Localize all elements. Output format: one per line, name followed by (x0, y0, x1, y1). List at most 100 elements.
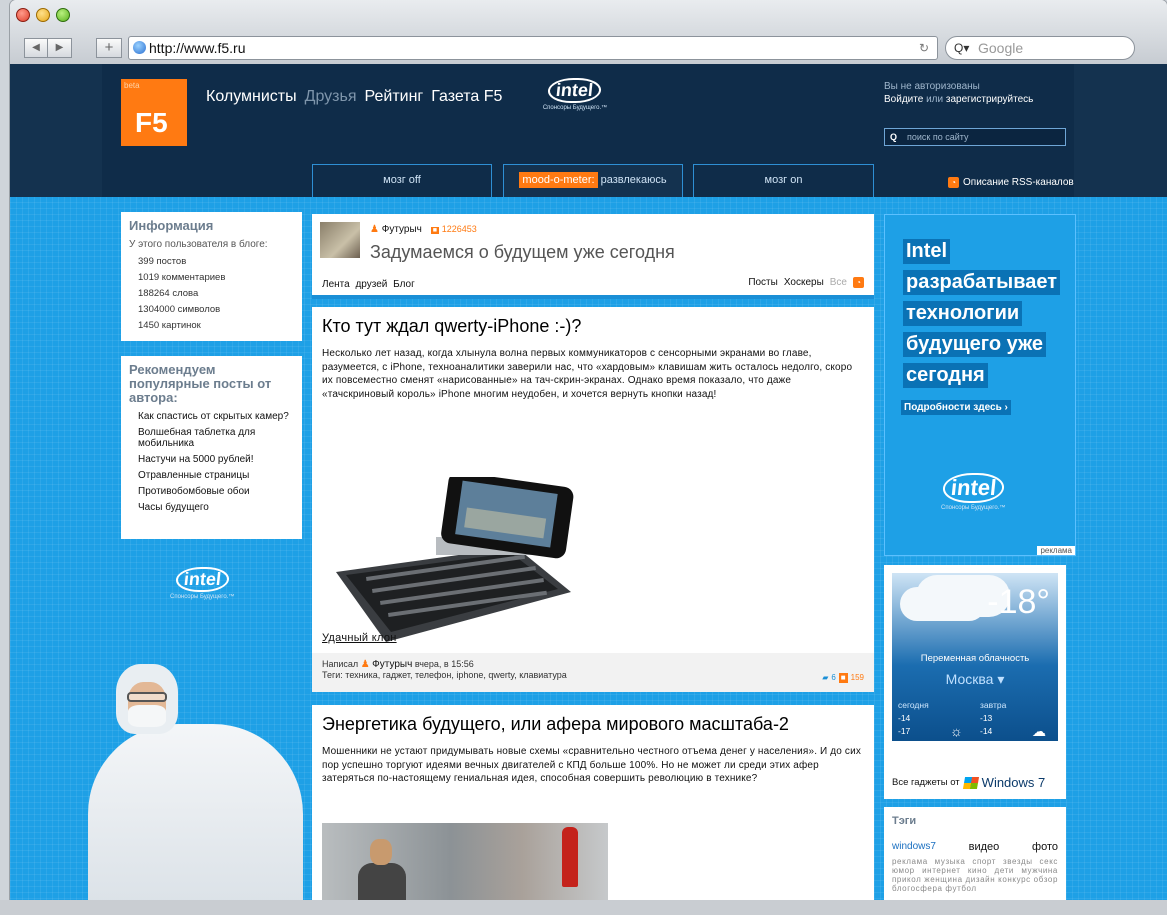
reload-icon[interactable]: ↻ (919, 37, 929, 59)
login-link[interactable]: Войдите (884, 94, 923, 105)
tags-top-row: windows7 видео фото (892, 841, 1058, 853)
browser-search-field[interactable]: Q▾ Google (945, 36, 1135, 60)
ad-label: реклама (1037, 546, 1075, 555)
ad-line: технологии (903, 301, 1023, 326)
nav-friends[interactable]: Друзья (305, 88, 357, 106)
close-icon[interactable] (16, 8, 30, 22)
iphone-keyboard-image[interactable] (326, 477, 616, 642)
recommended-link[interactable]: Как спастись от скрытых камер? (129, 411, 294, 422)
recommended-link[interactable]: Настучи на 5000 рублей! (129, 454, 294, 465)
f5-logo[interactable]: beta F5 (121, 79, 187, 146)
current-temperature: -18° (987, 583, 1050, 621)
blog-profile-card: ♟ Футурыч ■ 1226453 Задумаемся о будущем… (312, 214, 874, 299)
stat-posts: 399 постов (138, 256, 187, 267)
stat-words: 188264 слова (138, 288, 199, 299)
ad-line: будущего уже (903, 332, 1047, 357)
gadgets-link[interactable]: Все гаджеты от Windows 7 (892, 775, 1045, 790)
comment-icon[interactable]: ▰ (822, 673, 828, 683)
glasses-icon (127, 692, 167, 702)
tag-link[interactable]: видео (969, 841, 1000, 853)
register-link[interactable]: зарегистрируйтесь (946, 94, 1034, 105)
rank-value: 1226453 (441, 224, 477, 234)
fire-extinguisher (562, 827, 578, 887)
cleanroom-suit (88, 724, 303, 900)
rating-icon: ■ (838, 673, 848, 683)
tab-brain-off-label: мозг off (383, 174, 421, 186)
meta-author[interactable]: Футурыч (372, 659, 412, 670)
nav-newspaper[interactable]: Газета F5 (431, 88, 502, 106)
post-title[interactable]: Кто тут ждал qwerty-iPhone :-)? (322, 315, 864, 337)
beta-label: beta (124, 81, 140, 90)
post-stats: ▰ 6 ■ 159 (822, 673, 864, 683)
comment-count[interactable]: 6 (831, 673, 835, 683)
mood-badge: mood-o-meter: (519, 172, 598, 188)
recommended-link[interactable]: Волшебная таблетка для мобильника (129, 427, 294, 449)
intel-sponsor-logo[interactable]: intel Спонсоры Будущего.™ (540, 78, 610, 111)
tags-title: Тэги (892, 815, 917, 827)
tag-link[interactable]: фото (1032, 841, 1058, 853)
address-bar[interactable]: http://www.f5.ru ↻ (128, 36, 938, 60)
add-bookmark-button[interactable]: + (96, 38, 122, 58)
zoom-icon[interactable] (56, 8, 70, 22)
globe-icon (133, 41, 146, 54)
filter-hoskers[interactable]: Хоскеры (784, 277, 824, 288)
filter-posts[interactable]: Посты (748, 277, 778, 288)
rss-description-link[interactable]: ◔ Описание RSS-каналов (948, 177, 1074, 188)
recommended-link[interactable]: Отравленные страницы (129, 470, 294, 481)
filter-all[interactable]: Все (830, 277, 847, 288)
search-icon: Q (890, 132, 898, 142)
status-bar (0, 900, 1167, 915)
chevron-down-icon: ▾ (997, 671, 1005, 687)
avatar[interactable] (320, 222, 360, 258)
user-icon: ♟ (370, 224, 379, 235)
recommended-title: Рекомендуем популярные посты от автора: (129, 362, 272, 405)
history-buttons: ◀ ▶ (24, 38, 72, 58)
browser-window: ◀ ▶ + http://www.f5.ru ↻ Q▾ Google beta … (10, 0, 1167, 900)
forward-button[interactable]: ▶ (48, 38, 72, 58)
profile-filters: Посты Хоскеры Все ◔ (748, 277, 864, 288)
tomorrow-low: -14 (980, 726, 993, 736)
recommended-link[interactable]: Противобомбовые обои (129, 486, 294, 497)
meta-tags[interactable]: Теги: техника, гаджет, телефон, iphone, … (322, 670, 864, 680)
auth-status: Вы не авторизованы (884, 81, 980, 92)
back-button[interactable]: ◀ (24, 38, 48, 58)
tomorrow-label: завтра (980, 700, 1007, 710)
intel-side-logo[interactable]: intel Спонсоры Будущего.™ (170, 567, 234, 600)
link-blog[interactable]: Блог (393, 279, 415, 290)
tag-list[interactable]: реклама музыка спорт звезды секс юмор ин… (892, 857, 1058, 893)
tab-brain-on-label: мозг on (764, 174, 803, 186)
city-selector[interactable]: Москва ▾ (892, 671, 1058, 688)
search-icon: Q▾ (954, 41, 970, 55)
window-controls (16, 8, 70, 22)
rss-icon[interactable]: ◔ (853, 277, 864, 288)
ad-more-link[interactable]: Подробности здесь › (901, 400, 1011, 415)
site-search-placeholder: поиск по сайту (907, 132, 969, 142)
tab-brain-on[interactable]: мозг on (693, 164, 874, 197)
post-title[interactable]: Энергетика будущего, или афера мирового … (322, 713, 864, 735)
minimize-icon[interactable] (36, 8, 50, 22)
recommended-list: Как спастись от скрытых камер? Волшебная… (129, 411, 294, 513)
recommended-link[interactable]: Часы будущего (129, 502, 294, 513)
site-search-input[interactable]: Q поиск по сайту (884, 128, 1066, 146)
windows-logo-icon (962, 776, 979, 789)
url-text: http://www.f5.ru (149, 40, 246, 56)
info-title: Информация (129, 218, 214, 233)
tab-brain-off[interactable]: мозг off (312, 164, 492, 197)
tomorrow-high: -13 (980, 713, 993, 723)
post-photo[interactable] (322, 823, 608, 900)
tag-link[interactable]: windows7 (892, 841, 936, 853)
link-friends-feed[interactable]: Лента друзей (322, 279, 387, 290)
nav-columnists[interactable]: Колумнисты (206, 88, 297, 106)
intel-advert[interactable]: Intel разрабатывает технологии будущего … (884, 214, 1076, 556)
rank-badge: ■ (430, 227, 439, 234)
info-stats: 399 постов 1019 комментариев 188264 слов… (129, 254, 294, 334)
weather-panel: -18° Переменная облачность Москва ▾ сего… (892, 573, 1058, 741)
ad-intel-slogan: Спонсоры Будущего.™ (941, 505, 1006, 511)
profile-username[interactable]: Футурыч (382, 224, 422, 235)
image-caption[interactable]: Удачный клон (322, 632, 397, 644)
gadgets-text: Все гаджеты от (892, 777, 960, 788)
nav-rating[interactable]: Рейтинг (365, 88, 424, 106)
post-card: Энергетика будущего, или афера мирового … (312, 705, 874, 900)
tab-mood-o-meter[interactable]: mood-o-meter: развлекаюсь (503, 164, 683, 197)
face-mask (128, 705, 166, 727)
